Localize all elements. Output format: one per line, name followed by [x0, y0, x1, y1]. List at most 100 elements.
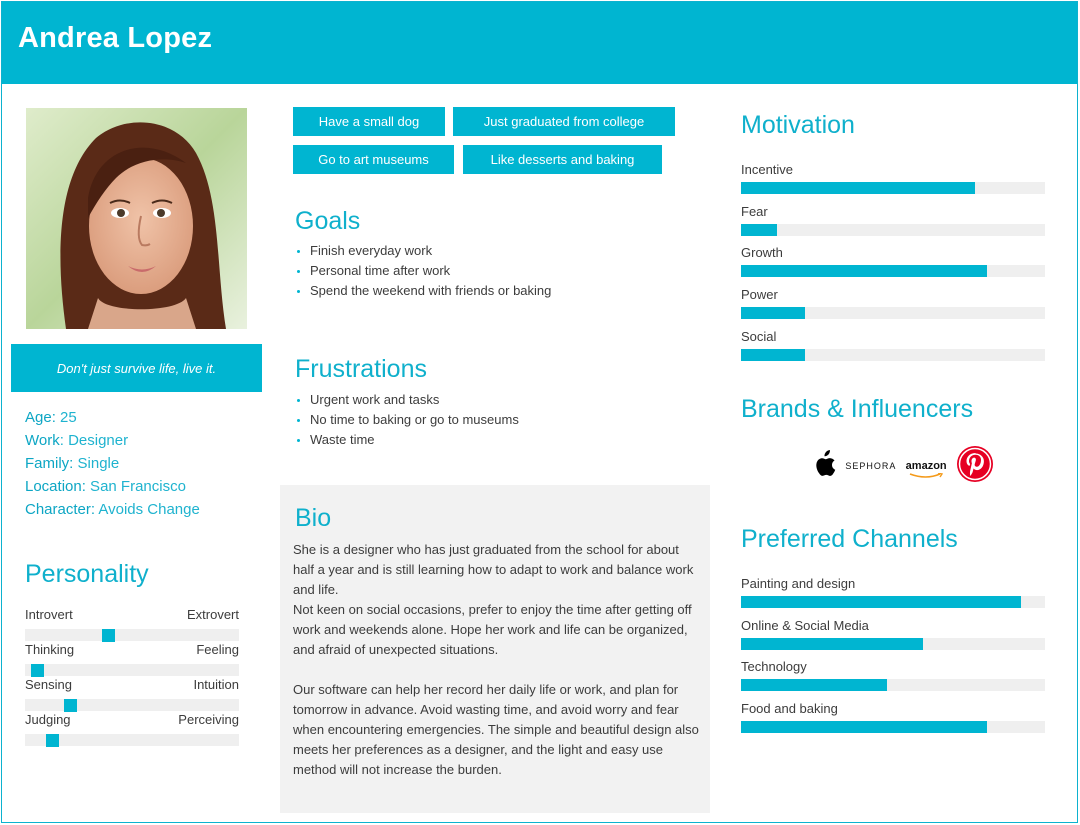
trait-track — [25, 664, 239, 677]
tag-art-museums: Go to art museums — [293, 145, 454, 174]
meter-fill — [741, 182, 976, 194]
fact-location: Location: San Francisco — [25, 475, 200, 498]
motivation-social: Social — [741, 329, 1045, 361]
tag-desserts: Like desserts and baking — [463, 145, 662, 174]
fact-family-key: Family: — [25, 455, 74, 472]
persona-quote: Don't just survive life, live it. — [11, 344, 262, 392]
motivation-power: Power — [741, 287, 1045, 319]
trait-track — [25, 629, 239, 642]
meter-label: Online & Social Media — [741, 618, 869, 633]
goals-list: Finish everyday work Personal time after… — [296, 241, 551, 301]
meter-track — [741, 638, 1045, 650]
trait-right-label: Intuition — [193, 677, 239, 692]
bio-title: Bio — [295, 504, 332, 532]
meter-fill — [741, 307, 805, 319]
channel-painting: Painting and design — [741, 576, 1045, 608]
meter-label: Power — [741, 287, 778, 302]
meter-track — [741, 265, 1045, 277]
amazon-logo: amazon — [905, 460, 947, 478]
bio-paragraph: Our software can help her record her dai… — [293, 682, 699, 777]
fact-character-key: Character: — [25, 501, 96, 518]
channels-title: Preferred Channels — [741, 525, 958, 553]
trait-track — [25, 734, 239, 747]
persona-name: Andrea Lopez — [18, 22, 213, 54]
bio-text: She is a designer who has just graduated… — [293, 540, 701, 780]
header-bar: Andrea Lopez — [2, 2, 1077, 84]
meter-fill — [741, 224, 778, 236]
meter-track — [741, 224, 1045, 236]
trait-marker — [63, 699, 77, 712]
motivation-incentive: Incentive — [741, 162, 1045, 194]
trait-thinking-feeling: Thinking Feeling — [25, 642, 239, 677]
portrait-image — [26, 108, 247, 329]
brand-logos: SEPHORA amazon — [812, 445, 994, 486]
sephora-logo: SEPHORA — [845, 461, 897, 471]
trait-right-label: Feeling — [196, 642, 239, 657]
meter-fill — [741, 596, 1021, 608]
fact-work-value: : Designer — [59, 432, 129, 449]
meter-track — [741, 307, 1045, 319]
frustrations-list: Urgent work and tasks No time to baking … — [296, 390, 519, 450]
bio-paragraph: She is a designer who has just graduated… — [293, 542, 694, 597]
trait-right-label: Perceiving — [178, 712, 239, 727]
trait-right-label: Extrovert — [186, 607, 239, 622]
fact-family-value: Single — [73, 455, 120, 472]
channel-online: Online & Social Media — [741, 618, 1045, 650]
list-item: Finish everyday work — [296, 241, 551, 261]
amazon-wordmark: amazon — [905, 460, 947, 472]
fact-character: Character: Avoids Change — [25, 498, 200, 521]
meter-track — [741, 679, 1045, 691]
trait-left-label: Introvert — [25, 607, 73, 622]
amazon-smile-icon — [909, 473, 943, 478]
list-item: Personal time after work — [296, 261, 551, 281]
personality-title: Personality — [25, 560, 149, 588]
trait-left-label: Thinking — [25, 642, 75, 657]
bio-paragraph: Not keen on social occasions, prefer to … — [293, 602, 692, 657]
trait-judging-perceiving: Judging Perceiving — [25, 712, 239, 747]
persona-photo — [26, 108, 247, 329]
apple-logo-icon — [812, 449, 836, 483]
meter-fill — [741, 638, 924, 650]
motivation-fear: Fear — [741, 204, 1045, 236]
meter-label: Technology — [741, 659, 807, 674]
tag-small-dog: Have a small dog — [293, 107, 445, 136]
trait-left-label: Sensing — [25, 677, 72, 692]
meter-fill — [741, 679, 887, 691]
channel-technology: Technology — [741, 659, 1045, 691]
fact-location-value: San Francisco — [85, 478, 186, 495]
meter-track — [741, 721, 1045, 733]
frustrations-title: Frustrations — [295, 355, 427, 383]
meter-label: Social — [741, 329, 777, 344]
fact-age-key: Age: — [25, 409, 56, 426]
meter-track — [741, 596, 1045, 608]
tag-graduated: Just graduated from college — [453, 107, 675, 136]
fact-location-key: Location: — [25, 478, 86, 495]
fact-age: Age: 25 — [25, 406, 200, 429]
motivation-title: Motivation — [741, 111, 855, 139]
meter-track — [741, 182, 1045, 194]
trait-left-label: Judging — [25, 712, 71, 727]
fact-work-key: Work — [25, 432, 60, 449]
meter-fill — [741, 721, 988, 733]
persona-facts: Age: 25 Work: Designer Family: Single Lo… — [25, 406, 200, 521]
list-item: Waste time — [296, 430, 519, 450]
fact-character-value: Avoids Change — [95, 501, 200, 518]
meter-fill — [741, 349, 805, 361]
fact-family: Family: Single — [25, 452, 200, 475]
list-item: Urgent work and tasks — [296, 390, 519, 410]
channel-food: Food and baking — [741, 701, 1045, 733]
trait-marker — [31, 664, 45, 677]
list-item: Spend the weekend with friends or baking — [296, 281, 551, 301]
meter-label: Food and baking — [741, 701, 838, 716]
fact-age-value: 25 — [55, 409, 77, 426]
brands-title: Brands & Influencers — [741, 395, 974, 423]
trait-introvert-extrovert: Introvert Extrovert — [25, 607, 239, 642]
meter-track — [741, 349, 1045, 361]
motivation-growth: Growth — [741, 245, 1045, 277]
trait-marker — [46, 734, 60, 747]
meter-label: Incentive — [741, 162, 794, 177]
goals-title: Goals — [295, 207, 361, 235]
meter-label: Painting and design — [741, 576, 856, 591]
meter-label: Fear — [741, 204, 768, 219]
meter-fill — [741, 265, 988, 277]
